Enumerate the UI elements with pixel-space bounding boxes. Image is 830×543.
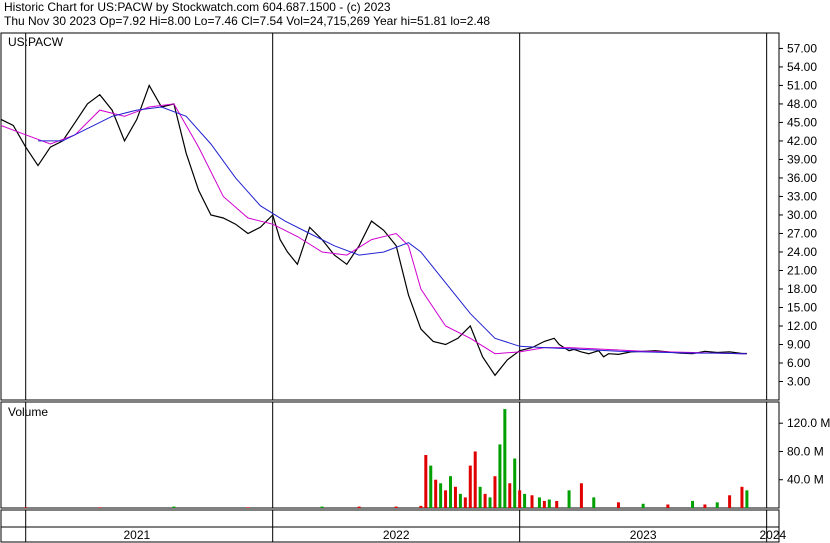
volume-bar bbox=[523, 493, 527, 508]
volume-bar bbox=[463, 497, 467, 508]
year-label: 2022 bbox=[383, 528, 410, 542]
price-tick-label: 57.00 bbox=[787, 41, 817, 55]
year-label: 2021 bbox=[123, 528, 150, 542]
price-tick-label: 6.00 bbox=[787, 356, 811, 370]
volume-bar bbox=[468, 465, 472, 508]
volume-panel-title: Volume bbox=[8, 405, 48, 419]
volume-bar bbox=[691, 500, 695, 508]
volume-bar bbox=[394, 506, 398, 508]
volume-bar bbox=[429, 465, 433, 508]
price-tick-label: 36.00 bbox=[787, 171, 817, 185]
volume-bar bbox=[424, 455, 428, 508]
volume-bar bbox=[537, 497, 541, 508]
volume-bar bbox=[24, 507, 28, 508]
price-tick-label: 18.00 bbox=[787, 282, 817, 296]
volume-bar bbox=[357, 506, 361, 508]
price-tick-label: 15.00 bbox=[787, 300, 817, 314]
price-tick-label: 12.00 bbox=[787, 319, 817, 333]
year-label: 2024 bbox=[759, 528, 786, 542]
volume-bar bbox=[530, 495, 534, 508]
volume-bar bbox=[703, 504, 707, 508]
volume-bar bbox=[320, 506, 324, 508]
volume-bar bbox=[246, 507, 250, 508]
price-tick-label: 27.00 bbox=[787, 226, 817, 240]
volume-bar bbox=[419, 505, 423, 508]
volume-bar bbox=[493, 476, 497, 508]
volume-panel-frame bbox=[0, 401, 780, 509]
volume-bar bbox=[434, 479, 438, 508]
volume-bar bbox=[98, 507, 102, 508]
volume-bar bbox=[547, 499, 551, 508]
volume-bar bbox=[453, 486, 457, 508]
volume-bar bbox=[745, 490, 749, 508]
volume-bar bbox=[715, 502, 719, 508]
price-tick-label: 21.00 bbox=[787, 263, 817, 277]
price-tick-label: 54.00 bbox=[787, 60, 817, 74]
price-tick-label: 51.00 bbox=[787, 78, 817, 92]
year-label: 2023 bbox=[630, 528, 657, 542]
volume-bar bbox=[439, 483, 443, 508]
volume-bar bbox=[498, 444, 502, 508]
price-tick-label: 33.00 bbox=[787, 189, 817, 203]
volume-bar bbox=[488, 497, 492, 508]
volume-tick-label: 120.0 M bbox=[787, 416, 830, 430]
volume-bar bbox=[579, 483, 583, 508]
price-panel-frame bbox=[0, 32, 780, 401]
price-tick-label: 39.00 bbox=[787, 152, 817, 166]
volume-bar bbox=[473, 451, 477, 508]
price-tick-label: 45.00 bbox=[787, 115, 817, 129]
price-axis: 57.00 54.00 51.00 48.00 45.00 42.00 39.00 36.00… bbox=[779, 41, 817, 388]
volume-bar bbox=[740, 486, 744, 508]
volume-bar bbox=[172, 506, 176, 508]
volume-bar bbox=[449, 476, 453, 508]
price-volume-chart: US:PACW 57.00 54.00 51.00 48.00 45.00 42.00 39… bbox=[0, 32, 830, 543]
volume-bar bbox=[444, 490, 448, 508]
volume-axis: 120.0 M 80.0 M 40.0 M bbox=[779, 416, 830, 487]
volume-bar bbox=[728, 495, 732, 508]
volume-tick-label: 40.0 M bbox=[787, 473, 824, 487]
price-tick-label: 48.00 bbox=[787, 97, 817, 111]
volume-bar bbox=[641, 503, 645, 508]
volume-bar bbox=[666, 504, 670, 508]
price-tick-label: 3.00 bbox=[787, 374, 811, 388]
price-tick-label: 24.00 bbox=[787, 245, 817, 259]
volume-bar bbox=[592, 497, 596, 508]
volume-bar bbox=[542, 500, 546, 508]
volume-bar bbox=[458, 493, 462, 508]
volume-bar bbox=[513, 458, 517, 508]
price-tick-label: 9.00 bbox=[787, 337, 811, 351]
volume-bar bbox=[616, 502, 620, 508]
stock-chart-window: Historic Chart for US:PACW by Stockwatch… bbox=[0, 0, 830, 543]
volume-bar bbox=[478, 486, 482, 508]
volume-bar bbox=[518, 490, 522, 508]
volume-bar bbox=[555, 500, 559, 508]
volume-bar bbox=[503, 409, 507, 508]
price-tick-label: 42.00 bbox=[787, 134, 817, 148]
price-panel-title: US:PACW bbox=[8, 35, 64, 49]
volume-bar bbox=[483, 493, 487, 508]
volume-bar bbox=[508, 483, 512, 508]
volume-bar bbox=[567, 490, 571, 508]
price-tick-label: 30.00 bbox=[787, 208, 817, 222]
volume-tick-label: 80.0 M bbox=[787, 444, 824, 458]
